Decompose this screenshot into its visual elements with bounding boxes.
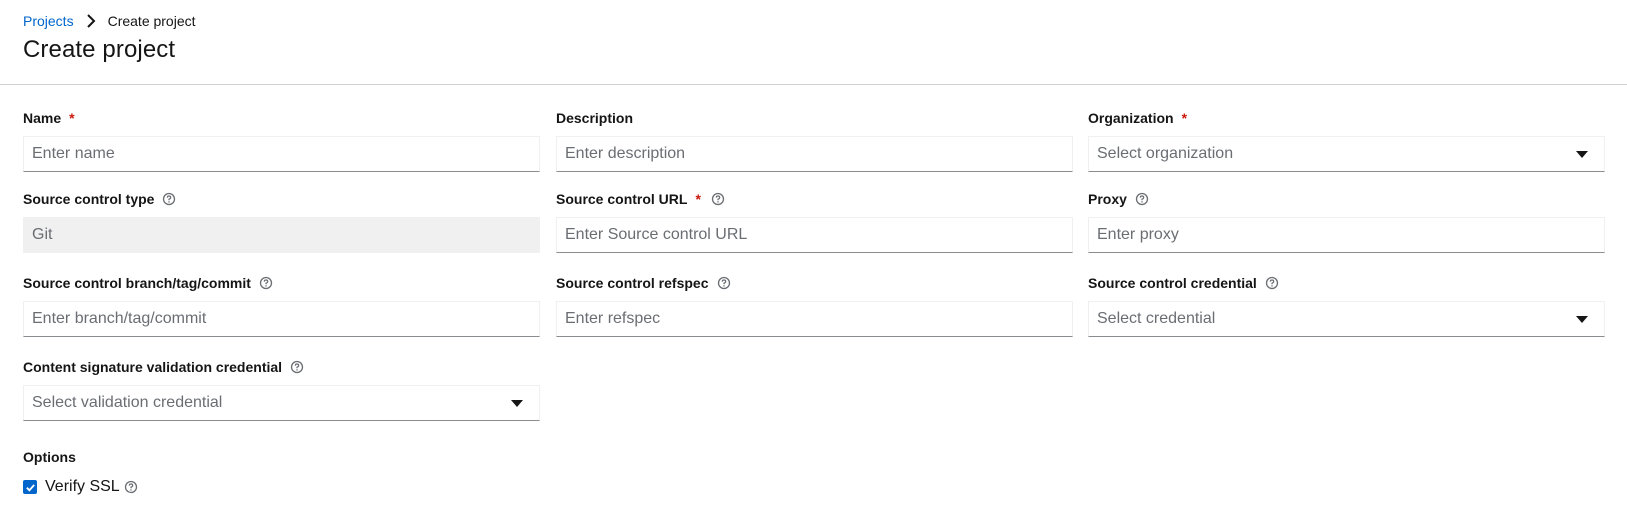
angle-right-icon xyxy=(86,14,95,28)
proxy-input[interactable] xyxy=(1088,217,1605,253)
options-heading: Options xyxy=(23,449,76,465)
branch-label-text: Source control branch/tag/commit xyxy=(23,275,251,291)
help-icon[interactable] xyxy=(1135,192,1149,206)
breadcrumb-link-projects[interactable]: Projects xyxy=(23,13,74,29)
refspec-label-text: Source control refspec xyxy=(556,275,709,291)
description-label: Description xyxy=(556,110,1073,126)
help-icon[interactable] xyxy=(124,480,138,494)
organization-label-text: Organization xyxy=(1088,110,1174,126)
caret-down-icon xyxy=(1576,316,1588,323)
verify-ssl-option: Verify SSL xyxy=(23,478,138,496)
description-input[interactable] xyxy=(556,136,1073,172)
description-label-text: Description xyxy=(556,110,634,126)
help-icon[interactable] xyxy=(711,192,725,206)
source-control-type-input xyxy=(23,217,540,253)
name-input[interactable] xyxy=(23,136,540,172)
proxy-label: Proxy xyxy=(1088,191,1605,207)
verify-ssl-label[interactable]: Verify SSL xyxy=(45,478,120,496)
organization-select-placeholder: Select organization xyxy=(1097,145,1234,162)
credential-select[interactable]: Select credential xyxy=(1088,301,1605,337)
signature-credential-label: Content signature validation credential xyxy=(23,359,540,375)
refspec-label: Source control refspec xyxy=(556,275,1073,291)
source-control-url-input[interactable] xyxy=(556,217,1073,253)
organization-label: Organization * xyxy=(1088,110,1605,126)
page-title: Create project xyxy=(23,36,176,63)
help-icon[interactable] xyxy=(1265,276,1279,290)
name-label-text: Name xyxy=(23,110,62,126)
signature-credential-select-placeholder: Select validation credential xyxy=(32,394,223,411)
branch-label: Source control branch/tag/commit xyxy=(23,275,540,291)
required-asterisk: * xyxy=(69,110,75,126)
caret-down-icon xyxy=(1576,151,1588,158)
source-control-type-label-text: Source control type xyxy=(23,191,155,207)
credential-label-text: Source control credential xyxy=(1088,275,1257,291)
help-icon[interactable] xyxy=(717,276,731,290)
breadcrumb-current: Create project xyxy=(107,13,196,29)
refspec-input[interactable] xyxy=(556,301,1073,337)
source-control-url-label-text: Source control URL xyxy=(556,191,688,207)
breadcrumb: Projects Create project xyxy=(23,13,196,29)
signature-credential-select[interactable]: Select validation credential xyxy=(23,385,540,421)
branch-input[interactable] xyxy=(23,301,540,337)
caret-down-icon xyxy=(511,400,523,407)
source-control-url-label: Source control URL * xyxy=(556,191,1073,207)
page-header: Projects Create project Create project xyxy=(0,0,1627,85)
signature-credential-label-text: Content signature validation credential xyxy=(23,359,283,375)
help-icon[interactable] xyxy=(290,360,304,374)
credential-select-placeholder: Select credential xyxy=(1097,310,1216,327)
verify-ssl-checkbox[interactable] xyxy=(23,480,37,494)
required-asterisk: * xyxy=(1181,110,1188,126)
name-label: Name * xyxy=(23,110,540,126)
help-icon[interactable] xyxy=(259,276,273,290)
check-icon xyxy=(25,483,35,492)
proxy-label-text: Proxy xyxy=(1088,191,1127,207)
credential-label: Source control credential xyxy=(1088,275,1605,291)
organization-select[interactable]: Select organization xyxy=(1088,136,1605,172)
source-control-type-label: Source control type xyxy=(23,191,540,207)
help-icon[interactable] xyxy=(162,192,176,206)
required-asterisk: * xyxy=(695,191,701,207)
